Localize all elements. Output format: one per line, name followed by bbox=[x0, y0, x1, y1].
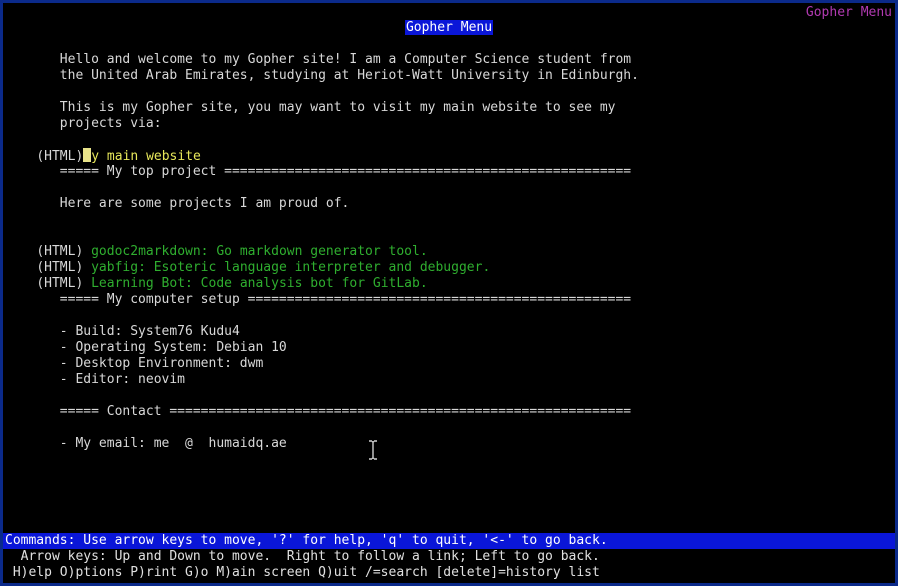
visit-line-1: This is my Gopher site, you may want to … bbox=[5, 100, 616, 115]
link-learning-bot-label[interactable]: Learning Bot: Code analysis bot for GitL… bbox=[91, 276, 428, 291]
window-title-corner: Gopher Menu bbox=[805, 5, 892, 20]
arrow-keys-help: Arrow keys: Up and Down to move. Right t… bbox=[5, 549, 600, 564]
link-godoc2markdown[interactable]: (HTML) godoc2markdown: Go markdown gener… bbox=[5, 228, 427, 259]
proud-text: Here are some projects I am proud of. bbox=[5, 196, 350, 211]
menu-title: Gopher Menu bbox=[3, 20, 895, 36]
visit-line-2: projects via: bbox=[5, 116, 162, 131]
text-ibeam-cursor-icon bbox=[369, 440, 377, 460]
link-learning-bot[interactable]: (HTML) Learning Bot: Code analysis bot f… bbox=[5, 260, 427, 291]
link-type-prefix: (HTML) bbox=[36, 149, 84, 164]
terminal-window[interactable]: Gopher Menu Gopher Menu Hello and welcom… bbox=[3, 3, 895, 583]
intro-line-2: the United Arab Emirates, studying at He… bbox=[5, 68, 639, 83]
email-line: - My email: me @ humaidq.ae bbox=[5, 436, 287, 451]
setup-item-os: - Operating System: Debian 10 bbox=[5, 340, 287, 355]
link-yabfig[interactable]: (HTML) yabfig: Esoteric language interpr… bbox=[5, 244, 490, 275]
setup-item-desktop: - Desktop Environment: dwm bbox=[5, 356, 264, 371]
link-type-prefix: (HTML) bbox=[36, 276, 92, 291]
key-commands-help: H)elp O)ptions P)rint G)o M)ain screen Q… bbox=[5, 565, 600, 580]
section-header-contact: ===== Contact ==========================… bbox=[5, 404, 632, 419]
section-header-top-project: ===== My top project ===================… bbox=[5, 164, 632, 179]
setup-item-build: - Build: System76 Kudu4 bbox=[5, 324, 240, 339]
setup-item-editor: - Editor: neovim bbox=[5, 372, 186, 387]
intro-line-1: Hello and welcome to my Gopher site! I a… bbox=[5, 52, 632, 67]
menu-title-label: Gopher Menu bbox=[404, 20, 494, 35]
link-main-website-label[interactable]: y main website bbox=[91, 149, 201, 164]
link-main-website[interactable]: (HTML) y main website bbox=[5, 132, 201, 164]
section-header-computer-setup: ===== My computer setup ================… bbox=[5, 292, 632, 307]
commands-status-bar: Commands: Use arrow keys to move, '?' fo… bbox=[3, 533, 895, 549]
